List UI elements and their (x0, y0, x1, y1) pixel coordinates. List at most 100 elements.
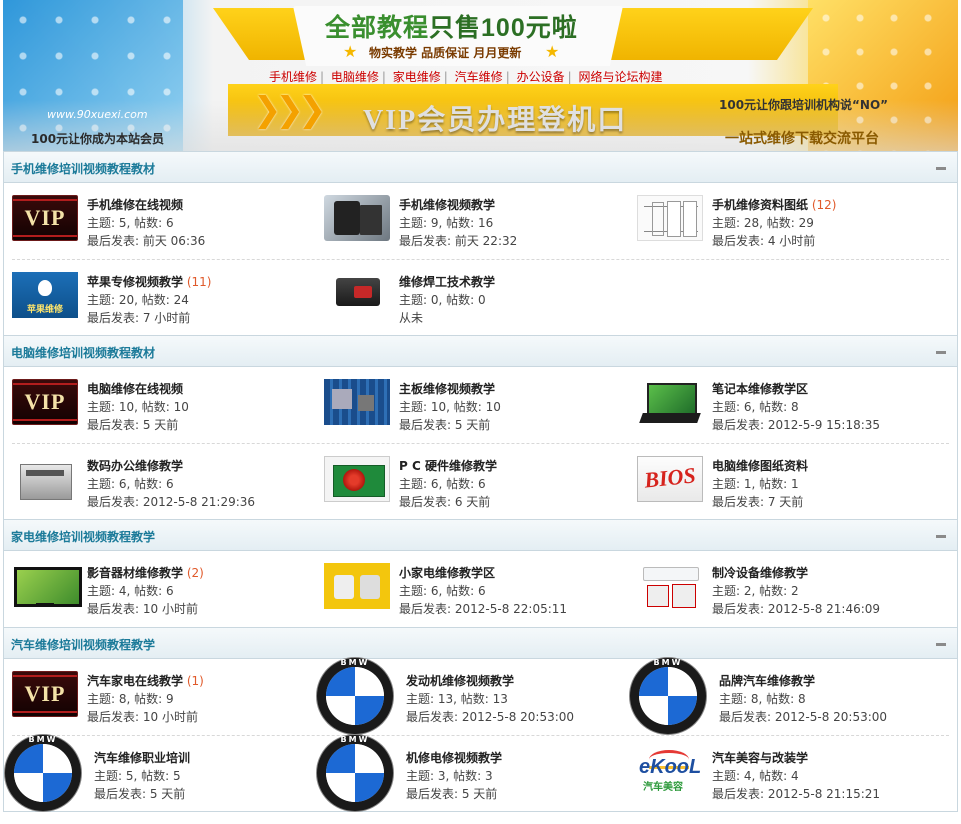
last-post[interactable]: 最后发表: 10 小时前 (87, 600, 204, 618)
forum-name-link[interactable]: 制冷设备维修教学 (712, 566, 808, 580)
schematic-icon[interactable] (637, 195, 703, 241)
forum-item: VIP 电脑维修在线视频 主题: 10, 帖数: 10 最后发表: 5 天前 (12, 367, 324, 443)
last-post[interactable]: 最后发表: 5 天前 (87, 416, 189, 434)
forum-row: VIP 手机维修在线视频 主题: 5, 帖数: 6 最后发表: 前天 06:36 手机… (12, 183, 949, 259)
forum-item: 手机维修视频教学 主题: 9, 帖数: 16 最后发表: 前天 22:32 (324, 183, 636, 259)
section-title[interactable]: 家电维修培训视频教程教学 (11, 528, 155, 545)
ekool-logo-icon[interactable]: eKooL 汽车美容 (637, 748, 703, 794)
last-post[interactable]: 最后发表: 5 天前 (406, 785, 502, 803)
new-post-count: (12) (811, 198, 837, 212)
forum-name-link[interactable]: 数码办公维修教学 (87, 459, 183, 473)
last-post[interactable]: 最后发表: 前天 06:36 (87, 232, 205, 250)
last-post[interactable]: 最后发表: 2012-5-8 20:53:00 (406, 708, 574, 726)
bmw-label: BMW (340, 735, 370, 744)
air-conditioner-icon[interactable] (637, 563, 703, 609)
vip-icon[interactable]: VIP (12, 379, 78, 425)
last-post[interactable]: 从未 (399, 309, 495, 327)
forum-stats: 主题: 1, 帖数: 1 (712, 477, 799, 491)
forum-info: 手机维修在线视频 主题: 5, 帖数: 6 最后发表: 前天 06:36 (87, 196, 205, 250)
solder-station-icon[interactable] (324, 272, 390, 318)
forum-name-link[interactable]: 手机维修视频教学 (399, 198, 495, 212)
vip-signup-title[interactable]: VIP会员办理登机口 (363, 98, 627, 138)
nav-link-computer[interactable]: 电脑维修 (331, 70, 379, 84)
graphics-card-icon[interactable] (324, 456, 390, 502)
motherboard-icon[interactable] (324, 379, 390, 425)
last-post[interactable]: 最后发表: 2012-5-9 15:18:35 (712, 416, 880, 434)
last-post[interactable]: 最后发表: 2012-5-8 21:46:09 (712, 600, 880, 618)
platform-slogan: 一站式维修下载交流平台 (725, 131, 879, 147)
bmw-logo-icon[interactable]: BMW (639, 658, 697, 725)
section-header: 电脑维修培训视频教程教材 (4, 335, 957, 367)
last-post[interactable]: 最后发表: 10 小时前 (87, 708, 204, 726)
last-post[interactable]: 最后发表: 7 小时前 (87, 309, 211, 327)
forum-name-link[interactable]: 汽车美容与改装学 (712, 751, 808, 765)
forum-name-link[interactable]: 小家电维修教学区 (399, 566, 495, 580)
new-post-count: (2) (186, 566, 204, 580)
last-post[interactable]: 最后发表: 2012-5-8 21:15:21 (712, 785, 880, 803)
star-icon: ★ (545, 42, 560, 61)
bmw-logo-icon[interactable]: BMW (326, 735, 384, 802)
forum-name-link[interactable]: 机修电修视频教学 (406, 751, 502, 765)
forum-name-link[interactable]: 发动机维修视频教学 (406, 674, 514, 688)
small-appliance-icon[interactable] (324, 563, 390, 609)
last-post[interactable]: 最后发表: 2012-5-8 21:29:36 (87, 493, 255, 511)
copier-icon[interactable] (12, 456, 78, 502)
forum-info: 机修电修视频教学 主题: 3, 帖数: 3 最后发表: 5 天前 (406, 749, 502, 803)
nav-link-appliance[interactable]: 家电维修 (393, 70, 441, 84)
phone-icon[interactable] (324, 195, 390, 241)
bmw-logo-icon[interactable]: BMW (326, 658, 384, 725)
site-url: www.90xuexi.com (47, 108, 148, 121)
last-post[interactable]: 最后发表: 7 天前 (712, 493, 808, 511)
collapse-icon[interactable] (935, 162, 947, 174)
last-post[interactable]: 最后发表: 4 小时前 (712, 232, 836, 250)
forum-name-link[interactable]: 主板维修视频教学 (399, 382, 495, 396)
last-post[interactable]: 最后发表: 5 天前 (399, 416, 501, 434)
forum-name-link[interactable]: 手机维修在线视频 (87, 198, 183, 212)
vip-icon[interactable]: VIP (12, 671, 78, 717)
bmw-label: BMW (653, 658, 683, 667)
forum-name-link[interactable]: 苹果专修视频教学 (87, 275, 183, 289)
forum-name-link[interactable]: 品牌汽车维修教学 (719, 674, 815, 688)
last-post[interactable]: 最后发表: 2012-5-8 20:53:00 (719, 708, 887, 726)
forum-name-link[interactable]: 影音器材维修教学 (87, 566, 183, 580)
nav-link-auto[interactable]: 汽车维修 (455, 70, 503, 84)
last-post[interactable]: 最后发表: 2012-5-8 22:05:11 (399, 600, 567, 618)
nav-link-network[interactable]: 网络与论坛构建 (578, 70, 662, 84)
forum-stats: 主题: 5, 帖数: 5 (94, 769, 181, 783)
forum-name-link[interactable]: 电脑维修图纸资料 (712, 459, 808, 473)
collapse-icon[interactable] (935, 346, 947, 358)
collapse-icon[interactable] (935, 530, 947, 542)
bios-icon[interactable]: BIOS (637, 456, 703, 502)
forum-name-link[interactable]: P C 硬件维修教学 (399, 459, 497, 473)
section-header: 家电维修培训视频教程教学 (4, 519, 957, 551)
forum-name-link[interactable]: 汽车维修职业培训 (94, 751, 190, 765)
forum-item: VIP 手机维修在线视频 主题: 5, 帖数: 6 最后发表: 前天 06:36 (12, 183, 324, 259)
forum-name-link[interactable]: 维修焊工技术教学 (399, 275, 495, 289)
collapse-icon[interactable] (935, 638, 947, 650)
section-title[interactable]: 电脑维修培训视频教程教材 (11, 344, 155, 361)
forum-name-link[interactable]: 汽车家电在线教学 (87, 674, 183, 688)
last-post[interactable]: 最后发表: 前天 22:32 (399, 232, 517, 250)
forum-name-link[interactable]: 手机维修资料图纸 (712, 198, 808, 212)
laptop-icon[interactable] (637, 379, 703, 425)
forum-name-link[interactable]: 电脑维修在线视频 (87, 382, 183, 396)
last-post[interactable]: 最后发表: 5 天前 (94, 785, 190, 803)
apple-icon[interactable]: 苹果维修 (12, 272, 78, 318)
forum-info: 影音器材维修教学 (2) 主题: 4, 帖数: 6 最后发表: 10 小时前 (87, 564, 204, 618)
thumb-label: BIOS (643, 462, 697, 493)
nav-link-office[interactable]: 办公设备 (517, 70, 565, 84)
bmw-logo-icon[interactable]: BMW (14, 735, 72, 802)
last-post[interactable]: 最后发表: 6 天前 (399, 493, 497, 511)
vip-icon[interactable]: VIP (12, 195, 78, 241)
forum-stats: 主题: 8, 帖数: 9 (87, 692, 174, 706)
forum-list: 手机维修培训视频教程教材 VIP 手机维修在线视频 主题: 5, 帖数: 6 最后发表… (3, 151, 958, 812)
section-title[interactable]: 手机维修培训视频教程教材 (11, 160, 155, 177)
section-title[interactable]: 汽车维修培训视频教程教学 (11, 636, 155, 653)
forum-stats: 主题: 6, 帖数: 6 (399, 584, 486, 598)
forum-info: 电脑维修在线视频 主题: 10, 帖数: 10 最后发表: 5 天前 (87, 380, 189, 434)
forum-name-link[interactable]: 笔记本维修教学区 (712, 382, 808, 396)
vip-label: VIP (24, 389, 66, 414)
nav-link-phone[interactable]: 手机维修 (269, 70, 317, 84)
tv-icon[interactable] (12, 563, 82, 609)
forum-info: 数码办公维修教学 主题: 6, 帖数: 6 最后发表: 2012-5-8 21:2… (87, 457, 255, 511)
